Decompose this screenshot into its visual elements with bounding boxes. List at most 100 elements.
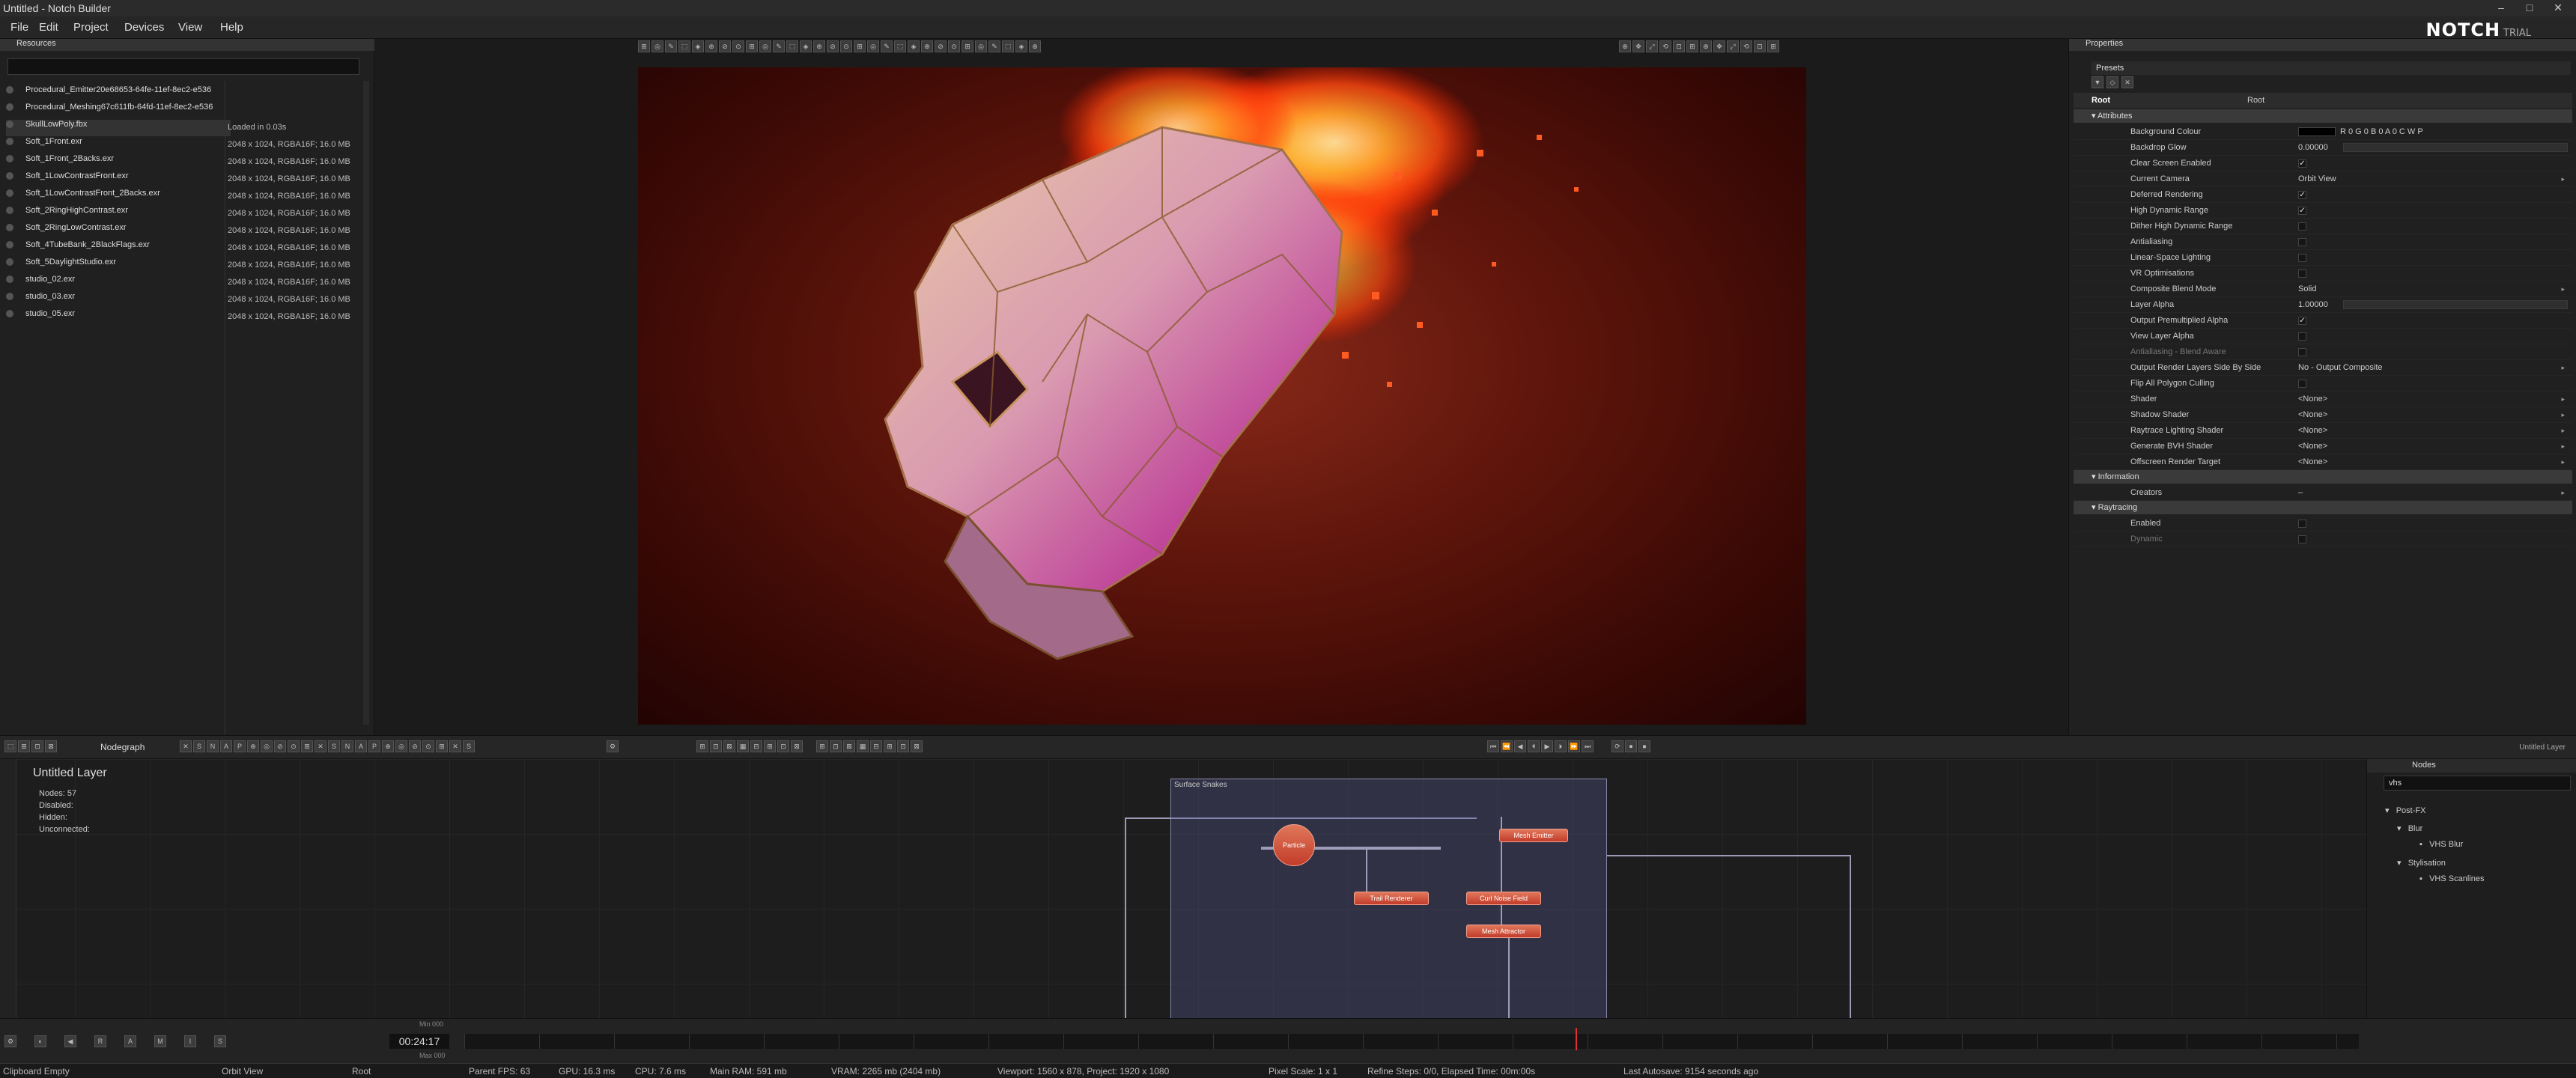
viewport-tool-icon[interactable]: ⊞	[746, 40, 758, 52]
nodegraph-view-icon[interactable]: ▦	[737, 740, 749, 752]
viewport-tool-icon[interactable]: ⊙	[948, 40, 960, 52]
nodegraph-view-icon[interactable]: ▦	[857, 740, 869, 752]
tree-stylisation[interactable]: ▾ Stylisation	[2397, 858, 2446, 868]
nodegraph-view-icon[interactable]: ⊠	[791, 740, 803, 752]
render-view[interactable]	[638, 67, 1806, 725]
dropdown-arrow-icon[interactable]: ▸	[2561, 485, 2565, 501]
nodegraph-view-icon[interactable]: ⊡	[830, 740, 842, 752]
node-group-surface-snakes[interactable]: Surface Snakes Particle Mesh Emitter Tra…	[1170, 779, 1607, 1026]
nodegraph-tool-icon[interactable]: ⊘	[409, 740, 421, 752]
tree-post-fx[interactable]: ▾ Post-FX	[2385, 806, 2425, 815]
dropdown-arrow-icon[interactable]: ▸	[2561, 171, 2565, 187]
nodegraph-tool-icon[interactable]: ⊙	[422, 740, 434, 752]
viewport-nav-icon[interactable]: ⊕	[1700, 40, 1712, 52]
property-value[interactable]: No - Output Composite	[2298, 360, 2383, 376]
viewport-tool-icon[interactable]: ⊙	[732, 40, 744, 52]
transport-icon[interactable]: ▶	[1541, 740, 1553, 752]
viewport-tool-icon[interactable]: ◎	[651, 40, 663, 52]
nodegraph-view-icon[interactable]: ⊠	[723, 740, 735, 752]
nodegraph-side-tabs[interactable]	[0, 759, 16, 1018]
property-value[interactable]: <None>	[2298, 407, 2327, 423]
nodegraph-view-icon[interactable]: ⊡	[897, 740, 909, 752]
nodegraph-tool-icon[interactable]: S	[328, 740, 340, 752]
expand-icon[interactable]: ◇	[2106, 76, 2118, 88]
tab-nodes[interactable]: Nodes	[2412, 761, 2436, 770]
resource-row[interactable]: Procedural_Emitter20e68653-64fe-11ef-8ec…	[6, 85, 231, 102]
nodegraph-tool-icon[interactable]: ⊙	[288, 740, 300, 752]
transport-icon[interactable]: ⏴	[1528, 740, 1540, 752]
timeline-ruler[interactable]	[464, 1034, 2359, 1049]
color-swatch[interactable]	[2298, 127, 2336, 137]
nodegraph-tool-icon[interactable]: ⊞	[301, 740, 313, 752]
property-value[interactable]: <None>	[2298, 454, 2327, 470]
viewport-tool-icon[interactable]: ✎	[773, 40, 785, 52]
close-button[interactable]: ✕	[2543, 1, 2573, 15]
viewport-nav-icon[interactable]: ✥	[1713, 40, 1725, 52]
node-mesh-attractor[interactable]: Mesh Attractor	[1466, 925, 1541, 938]
nodegraph-view-icon[interactable]: ⊞	[696, 740, 708, 752]
viewport-tool-icon[interactable]: ⊙	[840, 40, 852, 52]
dropdown-arrow-icon[interactable]: ▸	[2561, 454, 2565, 470]
timecode-display[interactable]: 00:24:17	[389, 1034, 449, 1049]
nodegraph-tool-icon[interactable]: N	[207, 740, 219, 752]
nodegraph-tool-icon[interactable]: ⊕	[382, 740, 394, 752]
playhead[interactable]	[1576, 1028, 1577, 1050]
timeline-tool-icon[interactable]: ◀	[64, 1035, 76, 1047]
viewport-tool-icon[interactable]: ✎	[665, 40, 677, 52]
resource-row[interactable]: Soft_1Front_2Backs.exr	[6, 154, 231, 171]
property-checkbox[interactable]	[2298, 270, 2306, 278]
viewport-tool-icon[interactable]: ◈	[800, 40, 812, 52]
clear-icon[interactable]: ✕	[2121, 76, 2133, 88]
nodegraph-tool-icon[interactable]: A	[220, 740, 232, 752]
property-checkbox[interactable]: ✓	[2298, 317, 2306, 325]
nodegraph-view-icon[interactable]: ⊟	[870, 740, 882, 752]
property-checkbox[interactable]	[2298, 238, 2306, 246]
property-value[interactable]: <None>	[2298, 392, 2327, 407]
section-information[interactable]: ▾ Information	[2074, 470, 2572, 484]
transport-icon[interactable]: ⏵	[1555, 740, 1567, 752]
property-slider[interactable]	[2343, 143, 2568, 152]
menu-file[interactable]: File	[10, 21, 28, 34]
timeline-tool-icon[interactable]: S	[214, 1035, 226, 1047]
viewport-nav-icon[interactable]: ⊞	[1767, 40, 1779, 52]
nodegraph-tool-icon[interactable]: ✕	[315, 740, 326, 752]
viewport-tool-icon[interactable]: ◈	[1015, 40, 1027, 52]
section-raytracing[interactable]: ▾ Raytracing	[2074, 501, 2572, 514]
dropdown-arrow-icon[interactable]: ▸	[2561, 439, 2565, 454]
timeline-tool-icon[interactable]: R	[94, 1035, 106, 1047]
property-checkbox[interactable]	[2298, 254, 2306, 262]
nodegraph-tool-icon[interactable]: ⊘	[274, 740, 286, 752]
property-color[interactable]: R 0 G 0 B 0 A 0 C W P	[2298, 124, 2423, 140]
nodegraph-tool-icon[interactable]: ⬚	[4, 740, 16, 752]
nodegraph-tool-icon[interactable]: ⊞	[18, 740, 30, 752]
nodegraph-view-icon[interactable]: ⊟	[750, 740, 762, 752]
viewport-tool-icon[interactable]: ⬚	[678, 40, 690, 52]
resource-row[interactable]: Soft_5DaylightStudio.exr	[6, 258, 231, 274]
timeline-tool-icon[interactable]: M	[154, 1035, 166, 1047]
transport-icon[interactable]: ⏪	[1501, 740, 1513, 752]
property-value[interactable]: 0.00000	[2298, 140, 2328, 156]
viewport-tool-icon[interactable]: ⊕	[705, 40, 717, 52]
gear-icon[interactable]: ⚙	[607, 740, 619, 752]
node-trail-renderer[interactable]: Trail Renderer	[1354, 892, 1429, 905]
nodegraph-tool-icon[interactable]: P	[234, 740, 246, 752]
viewport-tool-icon[interactable]: ◎	[975, 40, 987, 52]
nodegraph-tool-icon[interactable]: ✕	[180, 740, 192, 752]
viewport-nav-icon[interactable]: ⤢	[1646, 40, 1658, 52]
menu-view[interactable]: View	[178, 21, 202, 34]
nodegraph-tool-icon[interactable]: ⊡	[31, 740, 43, 752]
menu-help[interactable]: Help	[220, 21, 243, 34]
resource-row[interactable]: Soft_1LowContrastFront_2Backs.exr	[6, 189, 231, 205]
property-checkbox[interactable]	[2298, 380, 2306, 388]
nodegraph-tool-icon[interactable]: A	[355, 740, 367, 752]
property-value[interactable]: 1.00000	[2298, 297, 2328, 313]
property-slider[interactable]	[2343, 300, 2568, 309]
nodegraph-tool-icon[interactable]: ◎	[261, 740, 273, 752]
transport-icon[interactable]: ⏺	[1625, 740, 1637, 752]
property-checkbox[interactable]	[2298, 332, 2306, 341]
viewport-tool-icon[interactable]: ⊞	[638, 40, 650, 52]
presets-dropdown[interactable]: Presets	[2092, 61, 2571, 75]
viewport-tool-icon[interactable]: ✎	[881, 40, 893, 52]
nodegraph-view-icon[interactable]: ⊠	[911, 740, 923, 752]
nodegraph-tool-icon[interactable]: ⊕	[247, 740, 259, 752]
